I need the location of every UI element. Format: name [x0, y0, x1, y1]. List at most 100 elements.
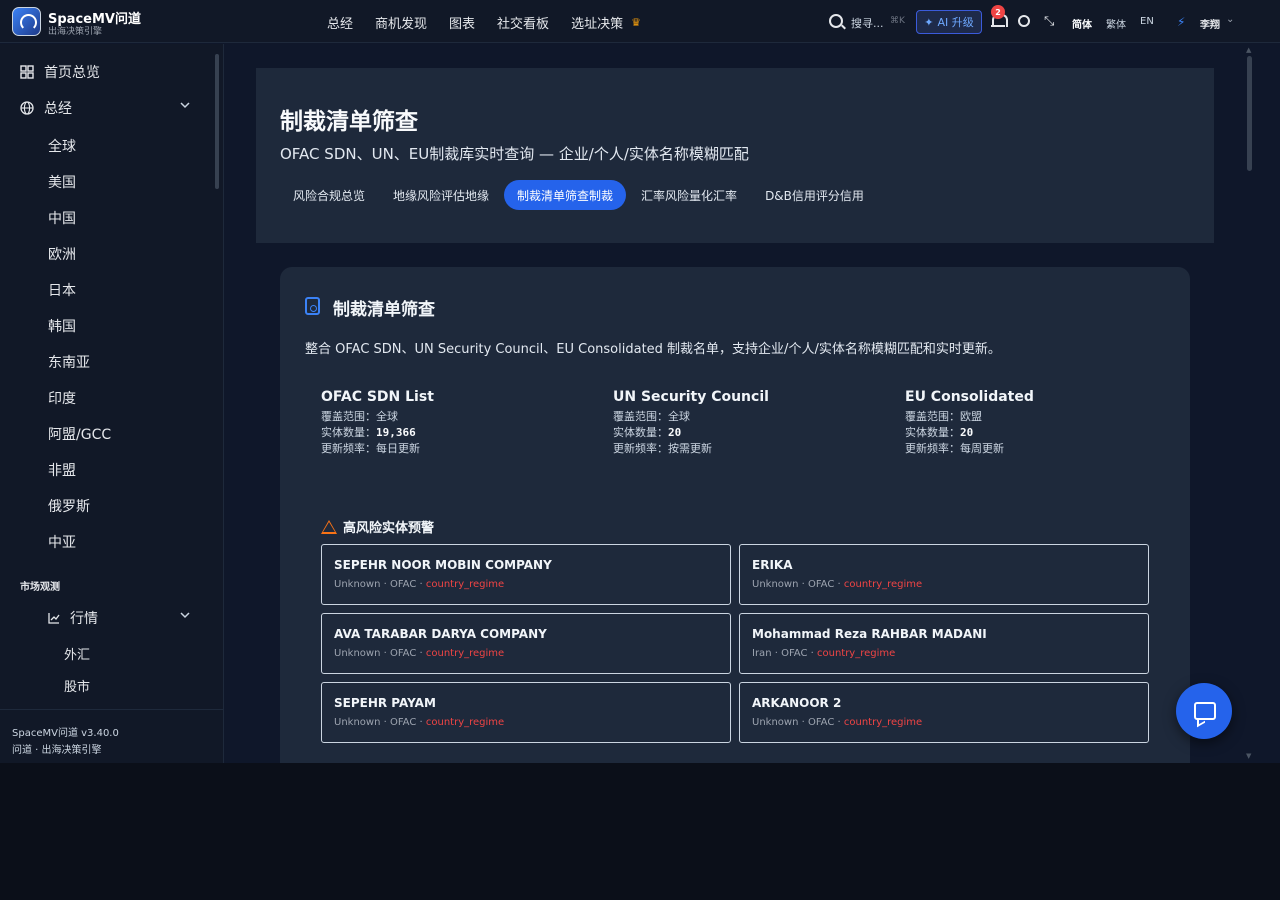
- alert-section-title: 高风险实体预警: [321, 517, 434, 536]
- sidebar-item-stocks[interactable]: 股市: [64, 676, 90, 695]
- nav-item-opportunities[interactable]: 商机发现: [375, 13, 427, 32]
- source-count: 实体数量：20: [905, 426, 974, 439]
- source-un: UN Security Council 覆盖范围：全球 实体数量：20 更新频率…: [613, 389, 873, 457]
- chat-icon[interactable]: [1176, 683, 1232, 739]
- sidebar-footer: SpaceMV问道 v3.40.0 问道 · 出海决策引擎: [0, 709, 223, 763]
- chevron-down-icon[interactable]: [180, 100, 190, 113]
- lang-simplified[interactable]: 简体: [1072, 16, 1092, 31]
- sidebar-item-usa[interactable]: 美国: [48, 172, 76, 192]
- top-bar: SpaceMV问道 出海决策引擎 总经 商机发现 图表 社交看板 选址决策 ♛ …: [0, 0, 1280, 43]
- file-search-icon: [305, 297, 320, 315]
- entity-meta: Unknown · OFAC · country_regime: [334, 579, 505, 590]
- sidebar-section-market: 市场观测: [20, 582, 60, 593]
- sidebar-item-home[interactable]: 首页总览: [20, 62, 100, 82]
- notification-badge: 2: [991, 5, 1005, 19]
- tab-geopolitical[interactable]: 地缘风险评估地缘: [380, 180, 502, 210]
- crown-icon: ♛: [631, 16, 641, 29]
- entity-name: ERIKA: [752, 558, 793, 572]
- sidebar-item-russia[interactable]: 俄罗斯: [48, 496, 90, 516]
- sidebar-item-southeast-asia[interactable]: 东南亚: [48, 352, 90, 372]
- entity-meta: Unknown · OFAC · country_regime: [334, 717, 505, 728]
- lang-english[interactable]: EN: [1140, 16, 1154, 27]
- sun-icon[interactable]: [1018, 15, 1030, 27]
- source-eu: EU Consolidated 覆盖范围：欧盟 实体数量：20 更新频率：每周更…: [905, 389, 1165, 457]
- sidebar-item-central-asia[interactable]: 中亚: [48, 532, 76, 552]
- source-frequency: 更新频率：每周更新: [905, 442, 1004, 455]
- entity-meta: Unknown · OFAC · country_regime: [334, 648, 505, 659]
- version-text: SpaceMV问道 v3.40.0: [12, 728, 119, 739]
- entity-card[interactable]: SEPEHR PAYAM Unknown · OFAC · country_re…: [321, 682, 731, 743]
- main-scrollbar[interactable]: [1247, 56, 1252, 171]
- sidebar-item-macro[interactable]: 总经: [20, 98, 72, 118]
- source-scope: 覆盖范围：全球: [321, 410, 398, 423]
- source-name: OFAC SDN List: [321, 389, 434, 405]
- sidebar-item-forex[interactable]: 外汇: [64, 644, 90, 663]
- entity-card[interactable]: AVA TARABAR DARYA COMPANY Unknown · OFAC…: [321, 613, 731, 674]
- sanctions-card: 制裁清单筛查 整合 OFAC SDN、UN Security Council、E…: [280, 267, 1190, 763]
- sidebar-item-africa[interactable]: 非盟: [48, 460, 76, 480]
- page-header: 制裁清单筛查 OFAC SDN、UN、EU制裁库实时查询 — 企业/个人/实体名…: [256, 68, 1214, 243]
- sidebar-item-india[interactable]: 印度: [48, 388, 76, 408]
- sidebar-item-home-label: 首页总览: [44, 65, 100, 81]
- chevron-down-icon[interactable]: [180, 610, 190, 623]
- page-subtitle: OFAC SDN、UN、EU制裁库实时查询 — 企业/个人/实体名称模糊匹配: [280, 145, 749, 163]
- search-shortcut: ⌘K: [890, 16, 905, 26]
- entity-meta: Unknown · OFAC · country_regime: [752, 717, 923, 728]
- source-name: EU Consolidated: [905, 389, 1034, 405]
- source-frequency: 更新频率：按需更新: [613, 442, 712, 455]
- sidebar-item-europe[interactable]: 欧洲: [48, 244, 76, 264]
- entity-card[interactable]: SEPEHR NOOR MOBIN COMPANY Unknown · OFAC…: [321, 544, 731, 605]
- nav-item-social[interactable]: 社交看板: [497, 13, 549, 32]
- sparkle-icon: ✦: [924, 15, 934, 29]
- entity-name: AVA TARABAR DARYA COMPANY: [334, 627, 547, 641]
- entity-card[interactable]: Mohammad Reza RAHBAR MADANI Iran · OFAC …: [739, 613, 1149, 674]
- tab-fx-risk[interactable]: 汇率风险量化汇率: [628, 180, 750, 210]
- globe-icon: [20, 101, 34, 115]
- search-placeholder[interactable]: 搜寻...: [851, 15, 884, 31]
- entity-name: ARKANOOR 2: [752, 696, 842, 710]
- user-name[interactable]: 李翔: [1200, 16, 1220, 31]
- entity-name: SEPEHR NOOR MOBIN COMPANY: [334, 558, 552, 572]
- nav-item-macro[interactable]: 总经: [327, 13, 353, 32]
- user-icon[interactable]: ⚡: [1177, 15, 1185, 29]
- sidebar-scrollbar[interactable]: [215, 54, 219, 189]
- sidebar-item-gcc[interactable]: 阿盟/GCC: [48, 424, 111, 444]
- sidebar-item-global[interactable]: 全球: [48, 136, 76, 156]
- alert-title-label: 高风险实体预警: [343, 521, 435, 536]
- sidebar-item-korea[interactable]: 韩国: [48, 316, 76, 336]
- grid-icon: [20, 65, 34, 79]
- source-scope: 覆盖范围：全球: [613, 410, 690, 423]
- entity-card[interactable]: ARKANOOR 2 Unknown · OFAC · country_regi…: [739, 682, 1149, 743]
- card-title: 制裁清单筛查: [333, 300, 435, 320]
- ai-upgrade-button[interactable]: ✦ AI 升级: [916, 10, 982, 34]
- app-window: SpaceMV问道 出海决策引擎 总经 商机发现 图表 社交看板 选址决策 ♛ …: [0, 0, 1280, 763]
- entity-meta: Unknown · OFAC · country_regime: [752, 579, 923, 590]
- entity-name: Mohammad Reza RAHBAR MADANI: [752, 627, 987, 641]
- ai-upgrade-label: AI 升级: [937, 16, 974, 29]
- tab-db-credit[interactable]: D&B信用评分信用: [752, 180, 877, 210]
- scroll-up-icon[interactable]: ▲: [1246, 46, 1251, 54]
- sidebar-item-market[interactable]: 行情: [48, 608, 98, 628]
- entity-meta: Iran · OFAC · country_regime: [752, 648, 896, 659]
- lang-traditional[interactable]: 繁体: [1106, 16, 1126, 31]
- search-icon[interactable]: [829, 14, 843, 28]
- tab-sanctions[interactable]: 制裁清单筛查制裁: [504, 180, 627, 210]
- sidebar-item-macro-label: 总经: [44, 101, 72, 117]
- sidebar-item-china[interactable]: 中国: [48, 208, 76, 228]
- card-description: 整合 OFAC SDN、UN Security Council、EU Conso…: [305, 342, 1001, 357]
- chevron-down-icon[interactable]: ⌄: [1226, 14, 1234, 25]
- sidebar-item-japan[interactable]: 日本: [48, 280, 76, 300]
- scroll-down-icon[interactable]: ▼: [1246, 752, 1251, 760]
- source-name: UN Security Council: [613, 389, 769, 405]
- warning-icon: [321, 519, 337, 534]
- main-nav: 总经 商机发现 图表 社交看板 选址决策 ♛: [327, 13, 663, 32]
- chart-icon: [48, 612, 60, 624]
- logo-icon[interactable]: [12, 7, 41, 36]
- entity-card[interactable]: ERIKA Unknown · OFAC · country_regime: [739, 544, 1149, 605]
- brand-subtitle: 出海决策引擎: [48, 27, 103, 37]
- collapse-icon[interactable]: ⤡: [1044, 15, 1057, 28]
- nav-item-site-selection[interactable]: 选址决策 ♛: [571, 13, 641, 32]
- source-frequency: 更新频率：每日更新: [321, 442, 420, 455]
- nav-item-charts[interactable]: 图表: [449, 13, 475, 32]
- tab-risk-overview[interactable]: 风险合规总览: [280, 180, 378, 210]
